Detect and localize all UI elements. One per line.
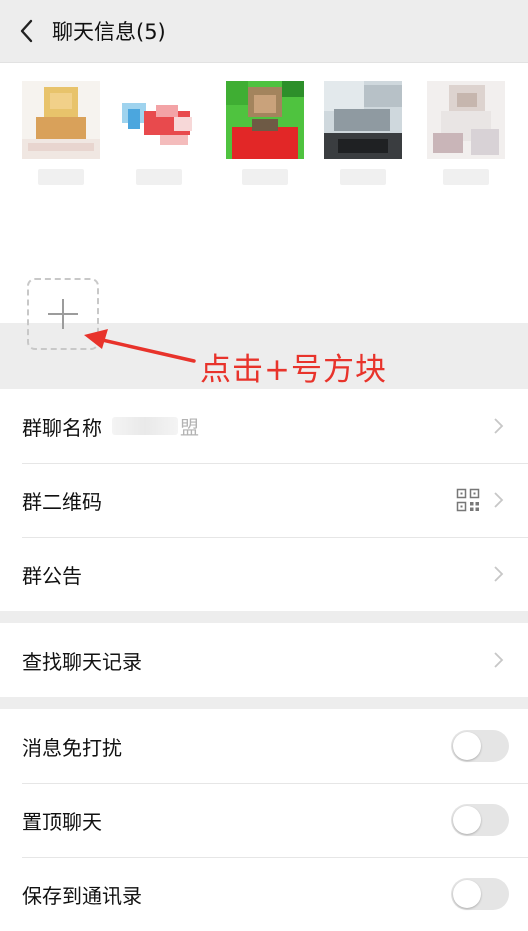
mute-notifications-label: 消息免打扰 bbox=[22, 735, 122, 760]
back-button[interactable] bbox=[0, 0, 52, 62]
member-name bbox=[226, 169, 304, 189]
mute-notifications-row: 消息免打扰 bbox=[0, 709, 528, 783]
save-to-contacts-row: 保存到通讯录 bbox=[0, 857, 528, 931]
avatar bbox=[324, 81, 402, 159]
annotation-arrow-icon bbox=[84, 329, 196, 363]
member-avatar-2[interactable] bbox=[120, 81, 198, 189]
group-name-value: 盟 bbox=[112, 413, 199, 440]
search-chat-history-label: 查找聊天记录 bbox=[22, 649, 142, 674]
save-to-contacts-label: 保存到通讯录 bbox=[22, 883, 142, 908]
group-qr-code-row[interactable]: 群二维码 bbox=[0, 463, 528, 537]
member-avatar-4[interactable] bbox=[324, 81, 402, 189]
group-announcement-row[interactable]: 群公告 bbox=[0, 537, 528, 611]
group-qr-code-label: 群二维码 bbox=[22, 489, 102, 514]
group-settings-section: 群聊名称 盟 群二维码 群公告 bbox=[0, 389, 528, 611]
title-bar: 聊天信息(5) bbox=[0, 0, 528, 63]
chevron-right-icon bbox=[494, 652, 504, 668]
member-name bbox=[324, 169, 402, 189]
toggle-knob bbox=[453, 732, 481, 760]
group-name-label: 群聊名称 bbox=[22, 415, 102, 440]
qr-code-icon bbox=[456, 488, 480, 512]
avatar bbox=[226, 81, 304, 159]
member-name bbox=[22, 169, 100, 189]
group-name-row[interactable]: 群聊名称 盟 bbox=[0, 389, 528, 463]
member-avatar-5[interactable] bbox=[427, 81, 505, 189]
avatar bbox=[120, 81, 198, 159]
chevron-right-icon bbox=[494, 492, 504, 508]
toggles-section: 消息免打扰 置顶聊天 保存到通讯录 bbox=[0, 709, 528, 931]
member-avatar-1[interactable] bbox=[22, 81, 100, 189]
page-title: 聊天信息(5) bbox=[52, 20, 166, 44]
mute-notifications-toggle[interactable] bbox=[451, 730, 509, 762]
chevron-right-icon bbox=[494, 418, 504, 434]
save-to-contacts-toggle[interactable] bbox=[451, 878, 509, 910]
pin-chat-row: 置顶聊天 bbox=[0, 783, 528, 857]
chevron-right-icon bbox=[494, 566, 504, 582]
search-chat-history-row[interactable]: 查找聊天记录 bbox=[0, 623, 528, 697]
back-arrow-icon bbox=[20, 19, 33, 43]
member-name bbox=[120, 169, 198, 189]
toggle-knob bbox=[453, 806, 481, 834]
avatar bbox=[22, 81, 100, 159]
member-name bbox=[427, 169, 505, 189]
plus-icon bbox=[48, 299, 78, 329]
avatar bbox=[427, 81, 505, 159]
pin-chat-label: 置顶聊天 bbox=[22, 809, 102, 834]
member-avatar-3[interactable] bbox=[226, 81, 304, 189]
group-announcement-label: 群公告 bbox=[22, 563, 82, 588]
member-grid: 点击+号方块 bbox=[0, 63, 528, 388]
toggle-knob bbox=[453, 880, 481, 908]
pin-chat-toggle[interactable] bbox=[451, 804, 509, 836]
search-section: 查找聊天记录 bbox=[0, 623, 528, 697]
annotation-label: 点击+号方块 bbox=[200, 352, 387, 388]
